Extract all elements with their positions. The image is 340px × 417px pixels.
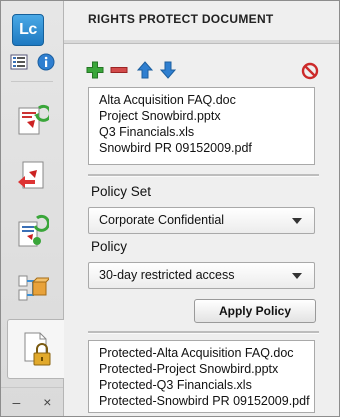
result-list-item[interactable]: Protected-Q3 Financials.xls [99, 377, 314, 393]
panel-title: RIGHTS PROTECT DOCUMENT [88, 12, 274, 26]
lock-document-icon [24, 332, 51, 366]
result-list-item[interactable]: Protected-Snowbird PR 09152009.pdf [99, 393, 314, 409]
rail-window-controls: – × [1, 387, 63, 416]
policy-set-value: Corporate Confidential [99, 213, 225, 227]
chevron-down-icon [292, 218, 302, 224]
add-icon[interactable] [86, 61, 104, 79]
close-button[interactable]: × [43, 394, 51, 410]
pdf-convert-icon [18, 104, 49, 135]
minimize-button[interactable]: – [13, 394, 21, 410]
tool-rail: Lc – × [1, 1, 64, 416]
file-list-item[interactable]: Q3 Financials.xls [99, 124, 314, 140]
assemble-pdf-tool[interactable] [9, 209, 55, 255]
protected-results-list[interactable]: Protected-Alta Acquisition FAQ.doc Prote… [88, 340, 315, 413]
rail-divider [11, 81, 53, 82]
pdf-export-icon [18, 161, 44, 189]
apply-policy-button[interactable]: Apply Policy [194, 299, 316, 323]
chevron-down-icon [292, 273, 302, 279]
livecycle-logo: Lc [12, 14, 44, 46]
rights-protect-panel: RIGHTS PROTECT DOCUMENT Alta Acquisition… [64, 1, 339, 416]
policy-set-label: Policy Set [91, 184, 152, 199]
info-icon[interactable] [37, 53, 55, 71]
package-icon [18, 275, 49, 301]
title-divider [64, 40, 339, 44]
result-list-item[interactable]: Protected-Project Snowbird.pptx [99, 361, 314, 377]
section-divider [88, 331, 319, 334]
convert-to-pdf-tool[interactable] [9, 97, 55, 143]
document-assembly-icon [18, 214, 49, 247]
rights-protect-tool[interactable] [7, 319, 64, 379]
section-divider [88, 174, 319, 177]
remove-icon[interactable] [110, 61, 128, 79]
clear-icon[interactable] [301, 62, 319, 80]
move-down-icon[interactable] [159, 61, 177, 79]
policy-select[interactable]: 30-day restricted access [88, 262, 315, 289]
list-view-icon[interactable] [10, 53, 28, 71]
policy-set-select[interactable]: Corporate Confidential [88, 207, 315, 234]
move-up-icon[interactable] [136, 61, 154, 79]
result-list-item[interactable]: Protected-Alta Acquisition FAQ.doc [99, 345, 314, 361]
file-list-item[interactable]: Alta Acquisition FAQ.doc [99, 92, 314, 108]
package-pdf-tool[interactable] [9, 265, 55, 311]
policy-label: Policy [91, 239, 128, 254]
file-list[interactable]: Alta Acquisition FAQ.doc Project Snowbir… [88, 87, 315, 165]
policy-value: 30-day restricted access [99, 268, 235, 282]
export-pdf-tool[interactable] [9, 153, 55, 199]
file-list-item[interactable]: Project Snowbird.pptx [99, 108, 314, 124]
app-window: Lc – × RIGHTS PROTECT DOCUMENT Alta Acqu… [0, 0, 340, 417]
file-list-item[interactable]: Snowbird PR 09152009.pdf [99, 140, 314, 156]
